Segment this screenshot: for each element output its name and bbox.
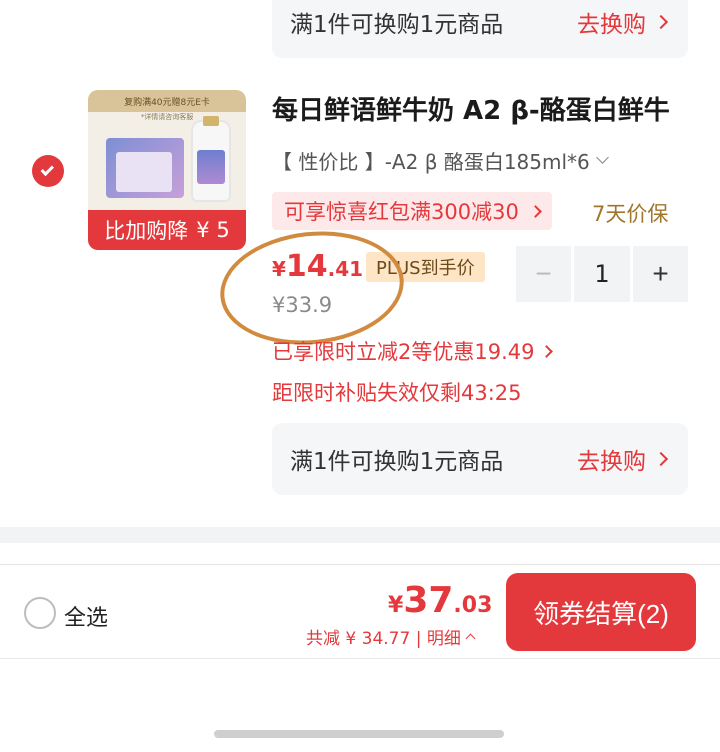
chevron-up-icon: [465, 633, 476, 644]
savings-detail-toggle[interactable]: 共减 ¥ 34.77 | 明细: [306, 624, 476, 649]
coupon-text: 可享惊喜红包满300减30: [284, 200, 519, 224]
product-spec-selector[interactable]: 【 性价比 】-A2 β 酪蛋白185ml*6: [272, 146, 609, 175]
milk-bottle-illustration: [191, 116, 231, 202]
quantity-value[interactable]: 1: [574, 246, 630, 302]
price-protection-label[interactable]: 7天价保: [592, 198, 668, 228]
savings-text: 共减 ¥ 34.77 | 明细: [306, 629, 461, 649]
item-checkbox[interactable]: [32, 155, 64, 187]
chevron-right-icon: [653, 14, 669, 30]
product-image[interactable]: 复购满40元赠8元E卡 *详情请咨询客服 比加购降 ¥ 5: [88, 90, 246, 250]
price-drop-badge: 比加购降 ¥ 5: [88, 210, 246, 250]
discount-detail-link[interactable]: 已享限时立减2等优惠19.49: [272, 336, 554, 366]
footer-bottom-divider: [0, 658, 720, 659]
total-currency: ¥: [388, 593, 404, 618]
exchange-offer-bottom[interactable]: 满1件可换购1元商品 去换购: [272, 423, 688, 495]
coupon-offer[interactable]: 可享惊喜红包满300减30: [272, 192, 552, 230]
select-all-checkbox[interactable]: [24, 597, 56, 629]
price-drop-amount: ¥ 5: [196, 218, 230, 242]
checkmark-icon: [40, 162, 55, 176]
discount-detail-text: 已享限时立减2等优惠19.49: [272, 340, 535, 364]
home-indicator[interactable]: [214, 730, 504, 738]
section-divider: [0, 527, 720, 543]
decrease-quantity-button[interactable]: −: [516, 246, 571, 302]
quantity-stepper[interactable]: − 1 +: [516, 246, 688, 302]
total-decimal: .03: [453, 593, 493, 618]
exchange-offer-label: 满1件可换购1元商品: [290, 12, 504, 38]
chevron-down-icon: [595, 151, 609, 164]
subsidy-countdown: 距限时补贴失效仅剩43:25: [272, 381, 522, 405]
exchange-link[interactable]: 去换购: [577, 442, 669, 476]
product-title[interactable]: 每日鲜语鲜牛奶 A2 β-酪蛋白鲜牛: [272, 90, 670, 127]
total-integer: 37: [403, 580, 454, 621]
chevron-right-icon: [540, 344, 554, 358]
increase-quantity-button[interactable]: +: [633, 246, 688, 302]
chevron-right-icon: [653, 451, 669, 467]
footer-divider: [0, 564, 720, 565]
exchange-offer-top[interactable]: 满1件可换购1元商品 去换购: [272, 0, 688, 58]
total-price: ¥ 37 .03: [388, 580, 492, 621]
exchange-offer-label: 满1件可换购1元商品: [290, 449, 504, 475]
select-all-label[interactable]: 全选: [64, 600, 108, 632]
price-drop-label: 比加购降: [104, 219, 189, 243]
chevron-right-icon: [528, 204, 542, 218]
exchange-link-text: 去换购: [577, 12, 646, 38]
checkout-button[interactable]: 领券结算(2): [506, 573, 696, 651]
exchange-link-text: 去换购: [577, 449, 646, 475]
thumb-banner: 复购满40元赠8元E卡: [88, 90, 246, 112]
milk-box-panel: [116, 152, 172, 192]
product-spec-text: 【 性价比 】-A2 β 酪蛋白185ml*6: [272, 150, 590, 174]
exchange-link[interactable]: 去换购: [577, 5, 669, 39]
